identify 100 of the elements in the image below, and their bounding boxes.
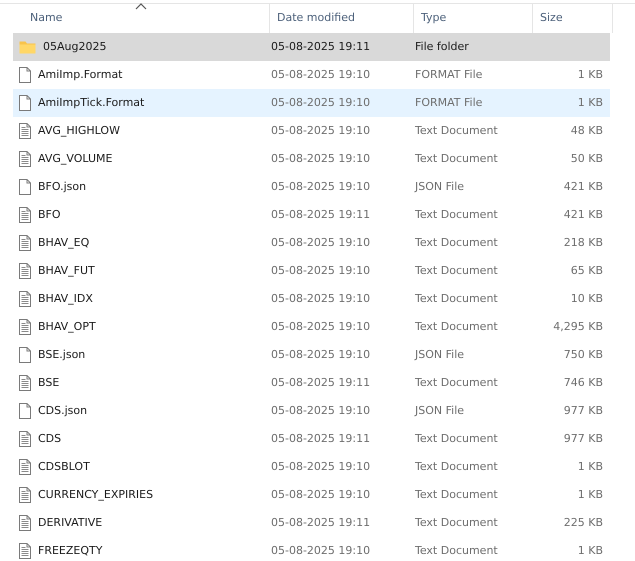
- file-type: Text Document: [414, 514, 499, 531]
- file-name: BFO: [38, 206, 61, 223]
- file-name: AVG_HIGHLOW: [38, 122, 120, 139]
- text-file-icon: [19, 431, 31, 447]
- modified-date: 05-08-2025 19:10: [270, 150, 372, 167]
- file-row[interactable]: 05Aug2025 05-08-2025 19:11 File folder: [13, 33, 610, 61]
- file-name: CDSBLOT: [38, 458, 90, 475]
- file-row[interactable]: BFO 05-08-2025 19:11 Text Document 421 KB: [13, 201, 610, 229]
- file-name: 05Aug2025: [43, 38, 106, 55]
- file-size: 50 KB: [570, 150, 603, 167]
- file-type: Text Document: [414, 458, 499, 475]
- file-name: BFO.json: [38, 178, 86, 195]
- file-row[interactable]: BSE 05-08-2025 19:11 Text Document 746 KB: [13, 369, 610, 397]
- file-icon: [19, 179, 31, 195]
- file-name: AmiImpTick.Format: [38, 94, 144, 111]
- file-row[interactable]: AVG_HIGHLOW 05-08-2025 19:10 Text Document 48 KB: [13, 117, 610, 145]
- file-type: FORMAT File: [414, 94, 484, 111]
- file-size: 1 KB: [576, 94, 603, 111]
- file-row[interactable]: BHAV_OPT 05-08-2025 19:10 Text Document 4,295 KB: [13, 313, 610, 341]
- text-file-icon: [19, 543, 31, 559]
- file-type: Text Document: [414, 374, 499, 391]
- file-row[interactable]: BHAV_EQ 05-08-2025 19:10 Text Document 218 KB: [13, 229, 610, 257]
- file-size: 225 KB: [562, 514, 603, 531]
- file-type: Text Document: [414, 542, 499, 559]
- file-size: 218 KB: [562, 234, 603, 251]
- file-name: AmiImp.Format: [38, 66, 122, 83]
- modified-date: 05-08-2025 19:10: [270, 234, 372, 251]
- file-size: 746 KB: [562, 374, 603, 391]
- modified-date: 05-08-2025 19:10: [270, 66, 372, 83]
- modified-date: 05-08-2025 19:11: [270, 430, 372, 447]
- file-type: Text Document: [414, 262, 499, 279]
- file-row[interactable]: CDS 05-08-2025 19:11 Text Document 977 KB: [13, 425, 610, 453]
- file-size: 977 KB: [562, 430, 603, 447]
- file-type: JSON File: [414, 346, 466, 363]
- modified-date: 05-08-2025 19:10: [270, 318, 372, 335]
- file-row[interactable]: BSE.json 05-08-2025 19:10 JSON File 750 KB: [13, 341, 610, 369]
- file-name: BSE: [38, 374, 60, 391]
- file-name: DERIVATIVE: [38, 514, 102, 531]
- file-icon: [19, 403, 31, 419]
- file-type: Text Document: [414, 486, 499, 503]
- file-row[interactable]: AmiImpTick.Format 05-08-2025 19:10 FORMAT File 1 KB: [13, 89, 610, 117]
- file-size: 65 KB: [570, 262, 603, 279]
- file-type: Text Document: [414, 150, 499, 167]
- file-type: Text Document: [414, 206, 499, 223]
- file-size: 421 KB: [562, 178, 603, 195]
- file-type: Text Document: [414, 122, 499, 139]
- file-row[interactable]: DERIVATIVE 05-08-2025 19:11 Text Document 225 KB: [13, 509, 610, 537]
- modified-date: 05-08-2025 19:10: [270, 262, 372, 279]
- file-type: FORMAT File: [414, 66, 484, 83]
- file-size: 1 KB: [576, 542, 603, 559]
- text-file-icon: [19, 487, 31, 503]
- file-size: 4,295 KB: [552, 318, 603, 335]
- file-name: BSE.json: [38, 346, 86, 363]
- text-file-icon: [19, 319, 31, 335]
- text-file-icon: [19, 375, 31, 391]
- modified-date: 05-08-2025 19:11: [270, 206, 372, 223]
- modified-date: 05-08-2025 19:10: [270, 94, 372, 111]
- file-type: Text Document: [414, 430, 499, 447]
- file-name: CDS.json: [38, 402, 88, 419]
- file-type: Text Document: [414, 234, 499, 251]
- file-row[interactable]: BFO.json 05-08-2025 19:10 JSON File 421 KB: [13, 173, 610, 201]
- file-row[interactable]: AmiImp.Format 05-08-2025 19:10 FORMAT File 1 KB: [13, 61, 610, 89]
- file-row[interactable]: FREEZEQTY 05-08-2025 19:10 Text Document 1 KB: [13, 537, 610, 561]
- file-row[interactable]: AVG_VOLUME 05-08-2025 19:10 Text Document 50 KB: [13, 145, 610, 173]
- modified-date: 05-08-2025 19:10: [270, 346, 372, 363]
- file-row[interactable]: BHAV_FUT 05-08-2025 19:10 Text Document 65 KB: [13, 257, 610, 285]
- modified-date: 05-08-2025 19:10: [270, 542, 372, 559]
- file-icon: [19, 95, 31, 111]
- modified-date: 05-08-2025 19:10: [270, 402, 372, 419]
- file-size: 10 KB: [570, 290, 603, 307]
- text-file-icon: [19, 123, 31, 139]
- file-name: BHAV_FUT: [38, 262, 95, 279]
- folder-icon: [19, 40, 36, 54]
- file-row[interactable]: CDSBLOT 05-08-2025 19:10 Text Document 1 KB: [13, 453, 610, 481]
- sort-ascending-icon: [134, 3, 146, 10]
- modified-date: 05-08-2025 19:11: [270, 38, 372, 55]
- text-file-icon: [19, 515, 31, 531]
- file-row[interactable]: BHAV_IDX 05-08-2025 19:10 Text Document 10 KB: [13, 285, 610, 313]
- file-name: CURRENCY_EXPIRIES: [38, 486, 154, 503]
- modified-date: 05-08-2025 19:10: [270, 290, 372, 307]
- text-file-icon: [19, 263, 31, 279]
- file-icon: [19, 67, 31, 83]
- file-size: 750 KB: [562, 346, 603, 363]
- file-size: 1 KB: [576, 486, 603, 503]
- file-name: FREEZEQTY: [38, 542, 102, 559]
- file-type: Text Document: [414, 290, 499, 307]
- file-size: 977 KB: [562, 402, 603, 419]
- file-name: AVG_VOLUME: [38, 150, 112, 167]
- file-size: 1 KB: [576, 458, 603, 475]
- modified-date: 05-08-2025 19:11: [270, 374, 372, 391]
- modified-date: 05-08-2025 19:10: [270, 486, 372, 503]
- file-type: File folder: [414, 38, 470, 55]
- file-size: 48 KB: [570, 122, 603, 139]
- file-row[interactable]: CURRENCY_EXPIRIES 05-08-2025 19:10 Text Document 1 KB: [13, 481, 610, 509]
- file-size: 421 KB: [562, 206, 603, 223]
- file-type: JSON File: [414, 402, 466, 419]
- text-file-icon: [19, 151, 31, 167]
- text-file-icon: [19, 291, 31, 307]
- file-row[interactable]: CDS.json 05-08-2025 19:10 JSON File 977 KB: [13, 397, 610, 425]
- file-size: 1 KB: [576, 66, 603, 83]
